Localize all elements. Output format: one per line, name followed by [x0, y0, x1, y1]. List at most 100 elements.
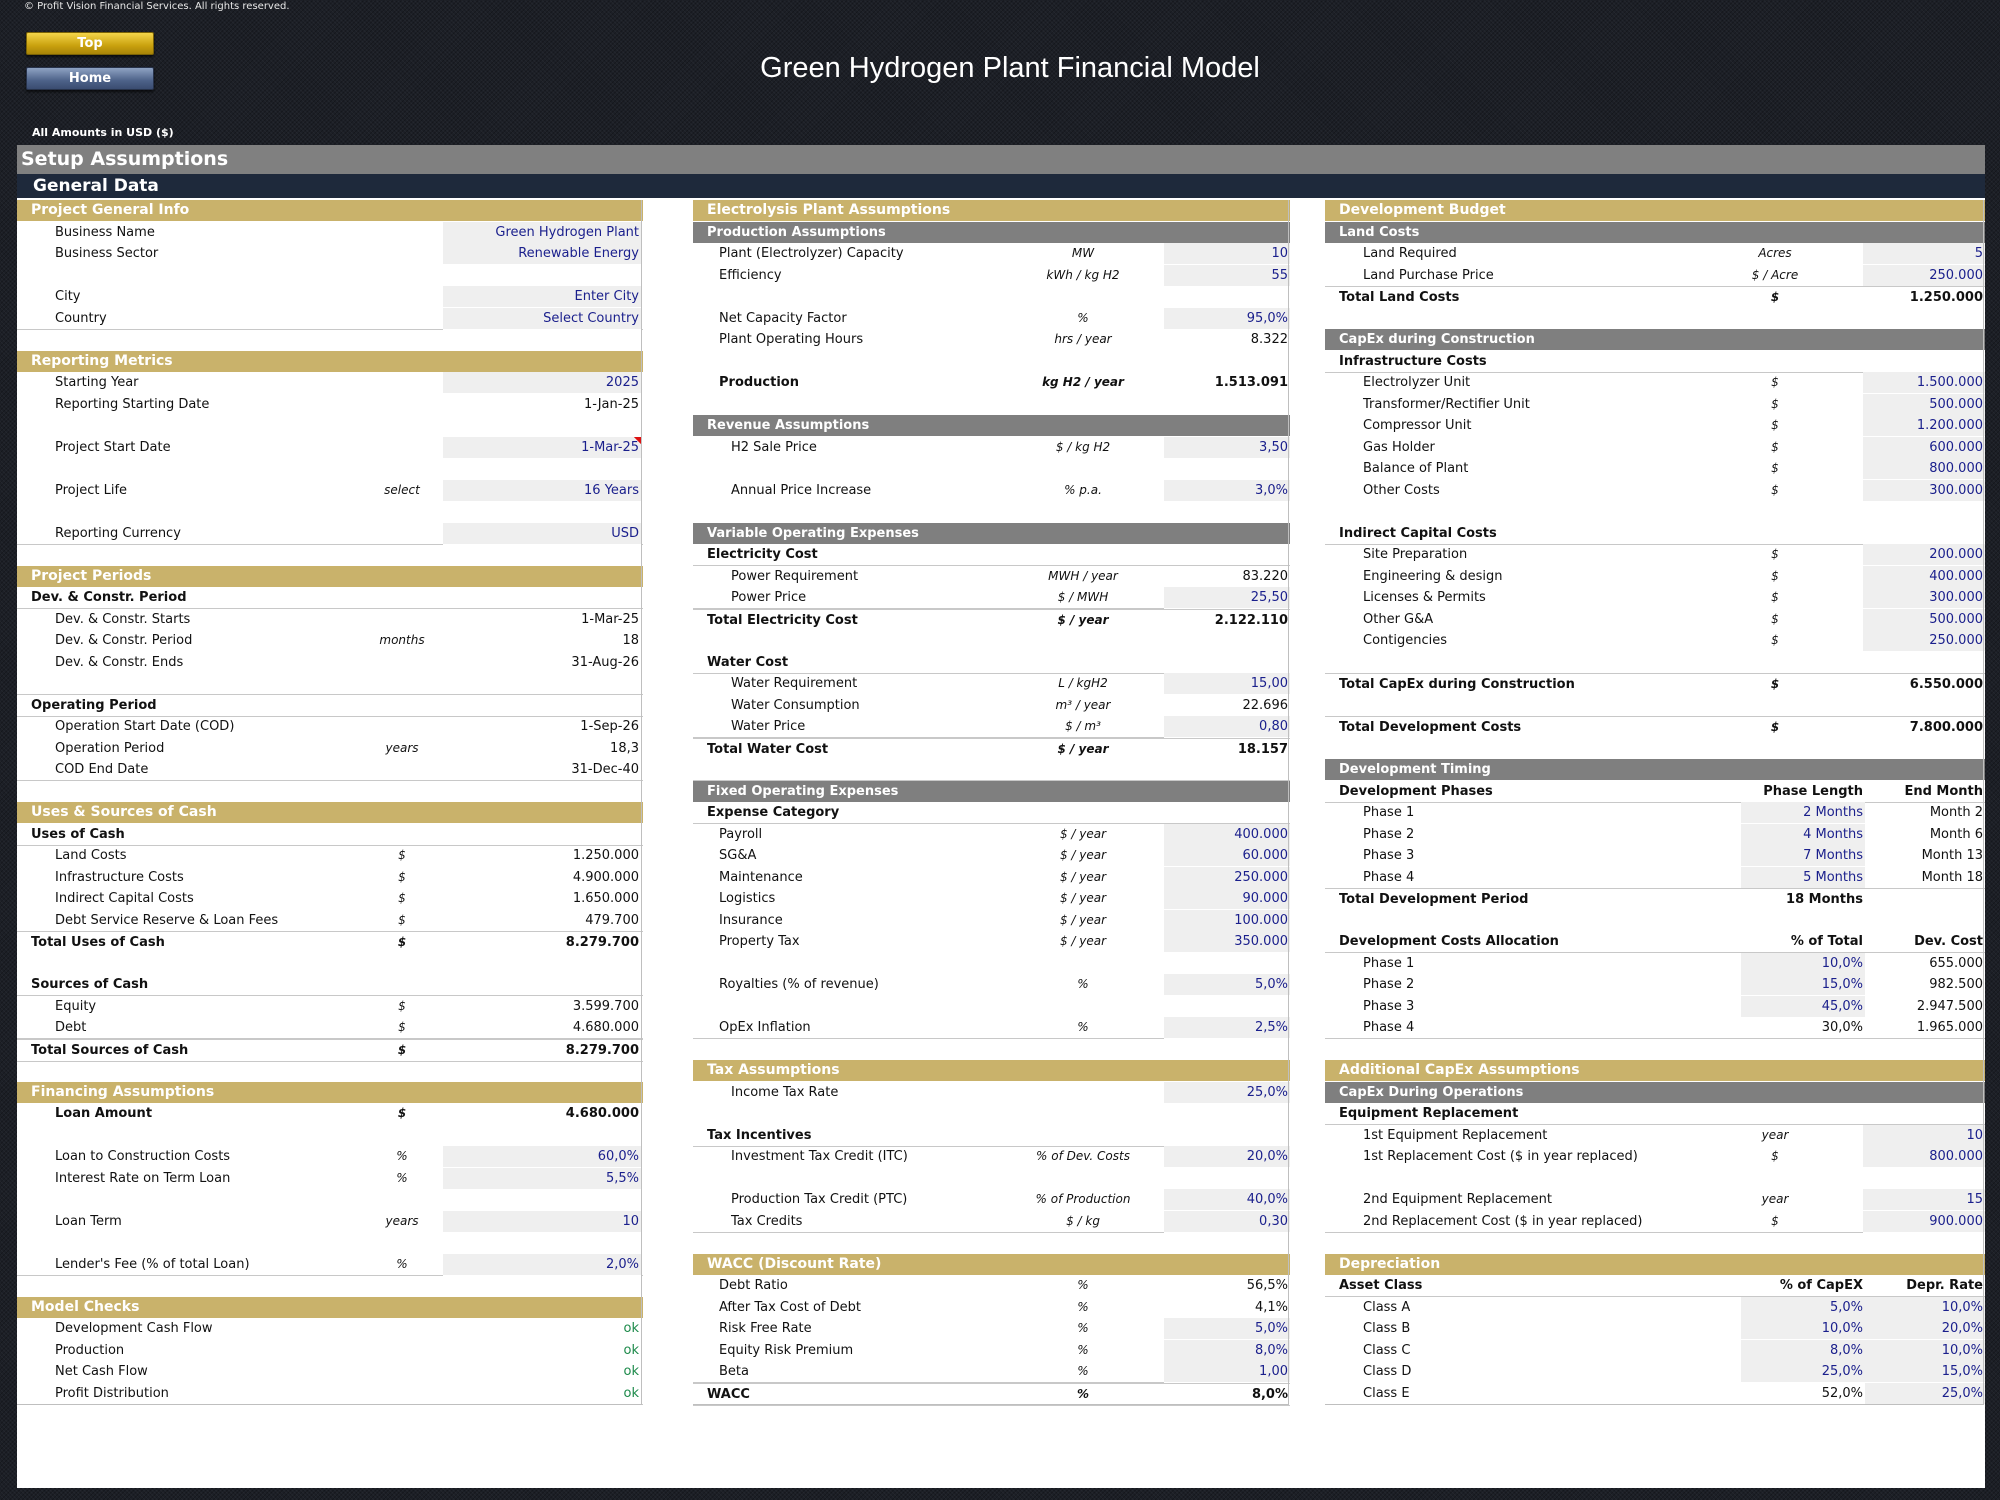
input-cell[interactable]: 25,0% [1741, 1361, 1865, 1383]
row-equity: Equity $3.599.700 [17, 996, 643, 1017]
spacer-row [693, 458, 1290, 479]
home-button[interactable]: Home [26, 67, 154, 90]
input-cell[interactable]: 3,50 [1164, 436, 1290, 459]
input-cell[interactable]: Select Country [443, 307, 641, 330]
input-cell[interactable]: 45,0% [1741, 995, 1865, 1018]
input-cell[interactable]: 0,80 [1164, 716, 1290, 738]
unit-label: % p.a. [1064, 482, 1102, 497]
row-label: Phase 4 [1363, 869, 1415, 885]
input-cell[interactable]: 60.000 [1164, 845, 1290, 867]
input-cell[interactable]: 60,0% [443, 1146, 641, 1168]
input-cell[interactable]: 15,0% [1741, 974, 1865, 996]
input-cell[interactable]: 95,0% [1164, 307, 1290, 330]
input-cell[interactable]: 10 [443, 1210, 641, 1233]
spacer-row [17, 1189, 643, 1210]
input-cell[interactable]: 300.000 [1863, 479, 1985, 502]
input-cell[interactable]: 40,0% [1164, 1189, 1290, 1211]
row-label: Production [55, 1342, 125, 1358]
input-cell[interactable]: 5,0% [1164, 974, 1290, 996]
input-cell[interactable]: 250.000 [1164, 866, 1290, 889]
input-cell[interactable]: 400.000 [1863, 565, 1985, 588]
input-cell[interactable]: 5 [1863, 243, 1985, 265]
input-cell[interactable]: 2025 [443, 372, 641, 394]
row-water-price: Water Price $ / m³ 0,80 [693, 716, 1290, 738]
input-cell[interactable]: 1,00 [1164, 1361, 1290, 1383]
input-cell[interactable]: 600.000 [1863, 436, 1985, 459]
input-cell[interactable]: 2,5% [1164, 1017, 1290, 1039]
input-cell[interactable]: 10,0% [1865, 1339, 1985, 1362]
unit-label: $ / year [1059, 826, 1107, 841]
row-label: OpEx Inflation [719, 1020, 811, 1035]
input-cell[interactable]: 15,00 [1164, 673, 1290, 695]
section-header-financing-assumptions: Financing Assumptions [17, 1081, 643, 1103]
input-cell[interactable]: 4 Months [1741, 823, 1865, 846]
value-cell: 1-Mar-25 [581, 611, 639, 627]
row-label: Business Sector [55, 246, 159, 261]
check-status: ok [623, 1342, 639, 1358]
input-cell[interactable]: 400.000 [1164, 823, 1290, 846]
input-cell[interactable]: 5,5% [443, 1167, 641, 1190]
input-cell[interactable]: 5 Months [1741, 866, 1865, 889]
input-cell[interactable]: 2,0% [443, 1253, 641, 1276]
input-cell[interactable]: 5,0% [1741, 1296, 1865, 1319]
row-business-sector: Business Sector Renewable Energy [17, 243, 643, 265]
input-cell[interactable]: 0,30 [1164, 1210, 1290, 1233]
row-label: Plant Operating Hours [719, 332, 864, 347]
row-label: Indirect Capital Costs [55, 891, 194, 906]
input-cell[interactable]: 1-Mar-25 [443, 436, 641, 459]
input-cell[interactable]: 250.000 [1863, 264, 1985, 287]
input-cell[interactable]: 250.000 [1863, 630, 1985, 652]
input-cell[interactable]: Renewable Energy [443, 243, 641, 265]
input-cell[interactable]: 300.000 [1863, 587, 1985, 609]
input-cell[interactable]: 800.000 [1863, 1146, 1985, 1168]
unit-label: L / kgH2 [1058, 676, 1108, 690]
unit-label: Acres [1758, 246, 1792, 260]
input-cell[interactable]: 10,0% [1741, 1318, 1865, 1340]
row-label: Infrastructure Costs [1339, 353, 1487, 369]
input-cell[interactable]: 16 Years [443, 479, 641, 502]
input-cell[interactable]: 900.000 [1863, 1210, 1985, 1233]
row-label: Water Requirement [731, 676, 858, 691]
input-cell[interactable]: 100.000 [1164, 909, 1290, 932]
input-cell[interactable]: 25,0% [1164, 1081, 1290, 1104]
input-cell[interactable]: 7 Months [1741, 845, 1865, 867]
input-cell[interactable]: 500.000 [1863, 608, 1985, 631]
input-cell[interactable]: 8,0% [1164, 1339, 1290, 1362]
row-income-tax-rate: Income Tax Rate 25,0% [693, 1081, 1290, 1104]
input-cell[interactable]: 20,0% [1865, 1318, 1985, 1340]
input-cell[interactable]: 10,0% [1865, 1296, 1985, 1319]
row-label: Payroll [719, 826, 763, 842]
input-cell[interactable]: 10,0% [1741, 952, 1865, 975]
subsection-header-capex-during-operations: CapEx During Operations [1325, 1081, 1985, 1103]
input-cell[interactable]: 5,0% [1164, 1318, 1290, 1340]
input-cell[interactable]: 10 [1863, 1124, 1985, 1147]
input-cell[interactable]: 1.500.000 [1863, 372, 1985, 394]
top-button[interactable]: Top [26, 32, 154, 55]
input-cell[interactable]: 55 [1164, 264, 1290, 287]
subsection-header-land-costs: Land Costs [1325, 221, 1985, 243]
input-cell[interactable]: 15,0% [1865, 1361, 1985, 1383]
input-cell[interactable]: 800.000 [1863, 458, 1985, 480]
row-label: 2nd Replacement Cost ($ in year replaced… [1363, 1213, 1643, 1229]
row-investment-tax-credit-itc: Investment Tax Credit (ITC) % of Dev. Cos… [693, 1146, 1290, 1168]
input-cell[interactable]: 20,0% [1164, 1146, 1290, 1168]
input-cell[interactable]: 2 Months [1741, 802, 1865, 824]
total-total-development-costs: Total Development Costs $7.800.000 [1325, 716, 1985, 738]
row-production-tax-credit-ptc: Production Tax Credit (PTC) % of Producti… [693, 1189, 1290, 1211]
input-cell[interactable]: 8,0% [1741, 1339, 1865, 1362]
input-cell[interactable]: Green Hydrogen Plant [443, 221, 641, 244]
input-cell[interactable]: 25,50 [1164, 587, 1290, 609]
input-cell[interactable]: 1.200.000 [1863, 415, 1985, 437]
input-cell[interactable]: 25,0% [1865, 1382, 1985, 1405]
input-cell[interactable]: 10 [1164, 243, 1290, 265]
input-cell[interactable]: 200.000 [1863, 544, 1985, 566]
input-cell[interactable]: 3,0% [1164, 479, 1290, 502]
input-cell[interactable]: 500.000 [1863, 393, 1985, 416]
input-cell[interactable]: Enter City [443, 286, 641, 308]
spacer-row [17, 458, 643, 479]
input-cell[interactable]: 350.000 [1164, 931, 1290, 953]
row-debt-service-reserve-loan-fees: Debt Service Reserve & Loan Fees $479.700 [17, 910, 643, 932]
input-cell[interactable]: 15 [1863, 1189, 1985, 1211]
input-cell[interactable]: 90.000 [1164, 888, 1290, 910]
input-cell[interactable]: USD [443, 522, 641, 545]
